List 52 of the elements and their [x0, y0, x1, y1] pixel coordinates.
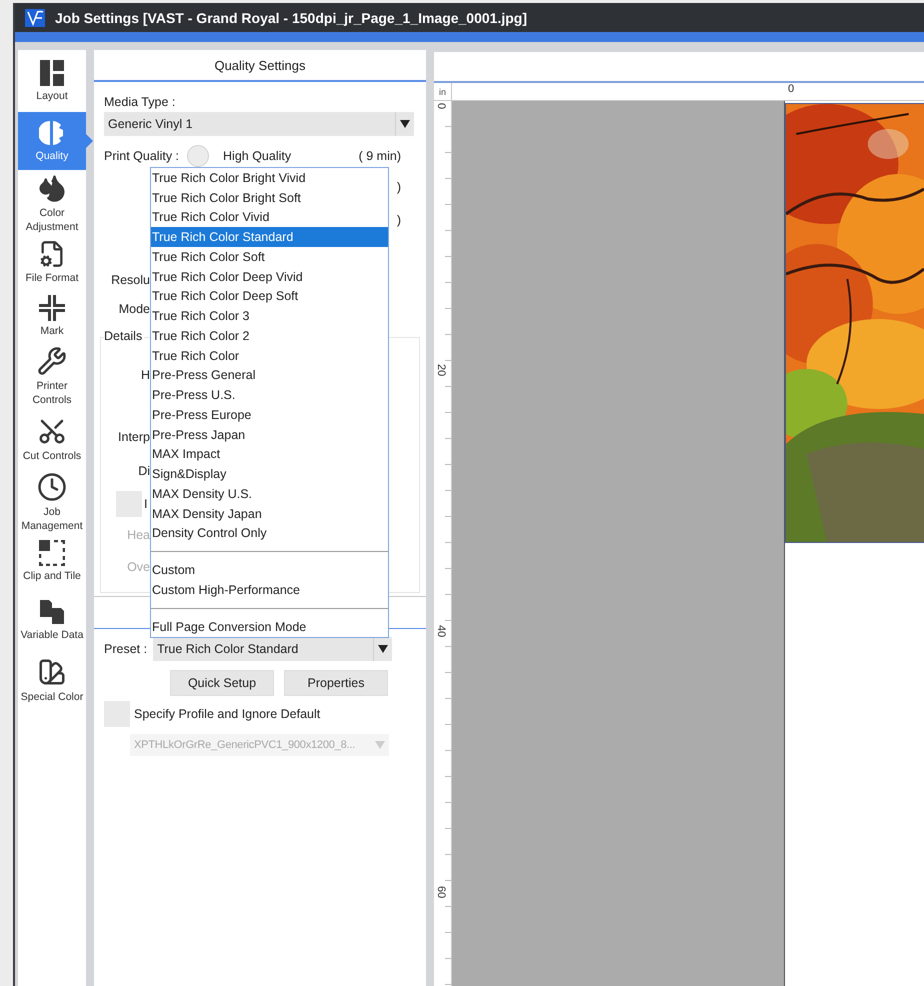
sidebar-item[interactable]: Special Color — [18, 651, 86, 709]
wrench-icon — [37, 346, 67, 376]
sidebar-item[interactable]: Mark — [18, 288, 86, 344]
field-label: Preset : — [104, 642, 148, 656]
field-label: Ove — [126, 560, 150, 574]
checkbox-label: I — [144, 497, 148, 511]
layout-icon — [40, 60, 64, 86]
time-estimate: ( 9 min) — [358, 149, 401, 163]
preset-select[interactable]: True Rich Color Standard — [153, 637, 392, 661]
field-label: Print Quality : — [104, 149, 180, 163]
checkbox-label: Specify Profile and Ignore Default — [134, 707, 320, 721]
field-label: H — [140, 368, 150, 382]
time-estimate: ) — [396, 213, 401, 227]
sidebar-item[interactable]: Cut Controls — [18, 408, 86, 470]
dropdown-caret-icon — [378, 645, 388, 653]
ruler-label: 0 — [788, 83, 794, 95]
ruler-label: 0 — [435, 103, 447, 110]
radio-button[interactable] — [187, 145, 210, 167]
sidebar-item[interactable]: Color Adjustment — [18, 170, 86, 236]
clock-icon — [37, 472, 67, 502]
dropdown-caret-icon — [400, 120, 410, 128]
ruler-label: 60 — [435, 886, 447, 898]
ruler-label: 20 — [435, 364, 447, 376]
field-label: Media Type : — [104, 95, 176, 109]
panel-title: Quality Settings — [94, 50, 426, 82]
dropdown-option[interactable]: True Rich Color Standard — [151, 227, 388, 247]
sidebar-item[interactable]: Job Management — [18, 470, 86, 534]
quality-icon — [39, 120, 65, 146]
field-label: Interp — [117, 430, 150, 444]
field-label: Mode — [118, 302, 150, 316]
field-label: Di — [137, 464, 150, 478]
time-estimate: ) — [396, 180, 401, 194]
sidebar-item[interactable]: Printer Controls — [18, 344, 86, 408]
sidebar-item[interactable]: Layout — [18, 50, 86, 112]
numbered-pages-icon — [39, 598, 65, 624]
media-type-select[interactable]: Generic Vinyl 1 — [104, 112, 414, 136]
action-button[interactable]: Quick Setup — [170, 670, 274, 696]
window-title: Job Settings [VAST - Grand Royal - 150dpi_jr_Page_1_Image_0001.jpg] — [55, 10, 528, 26]
action-button[interactable]: Properties — [284, 670, 388, 696]
field-label: Resolu — [110, 273, 150, 287]
droplets-icon — [37, 172, 67, 202]
field-label: Hea — [126, 528, 150, 542]
sidebar-item[interactable]: Clip and Tile — [18, 534, 86, 589]
sidebar-item[interactable]: Variable Data — [18, 589, 86, 651]
radio-label: High Quality — [223, 149, 292, 163]
dropdown-caret-icon — [375, 741, 385, 749]
swatch-fan-icon — [37, 656, 67, 686]
app-logo-icon — [25, 8, 45, 26]
sidebar-item[interactable]: File Format — [18, 236, 86, 288]
ruler-label: 40 — [435, 625, 447, 638]
clip-tile-icon — [39, 540, 65, 566]
crop-marks-icon — [39, 294, 65, 320]
